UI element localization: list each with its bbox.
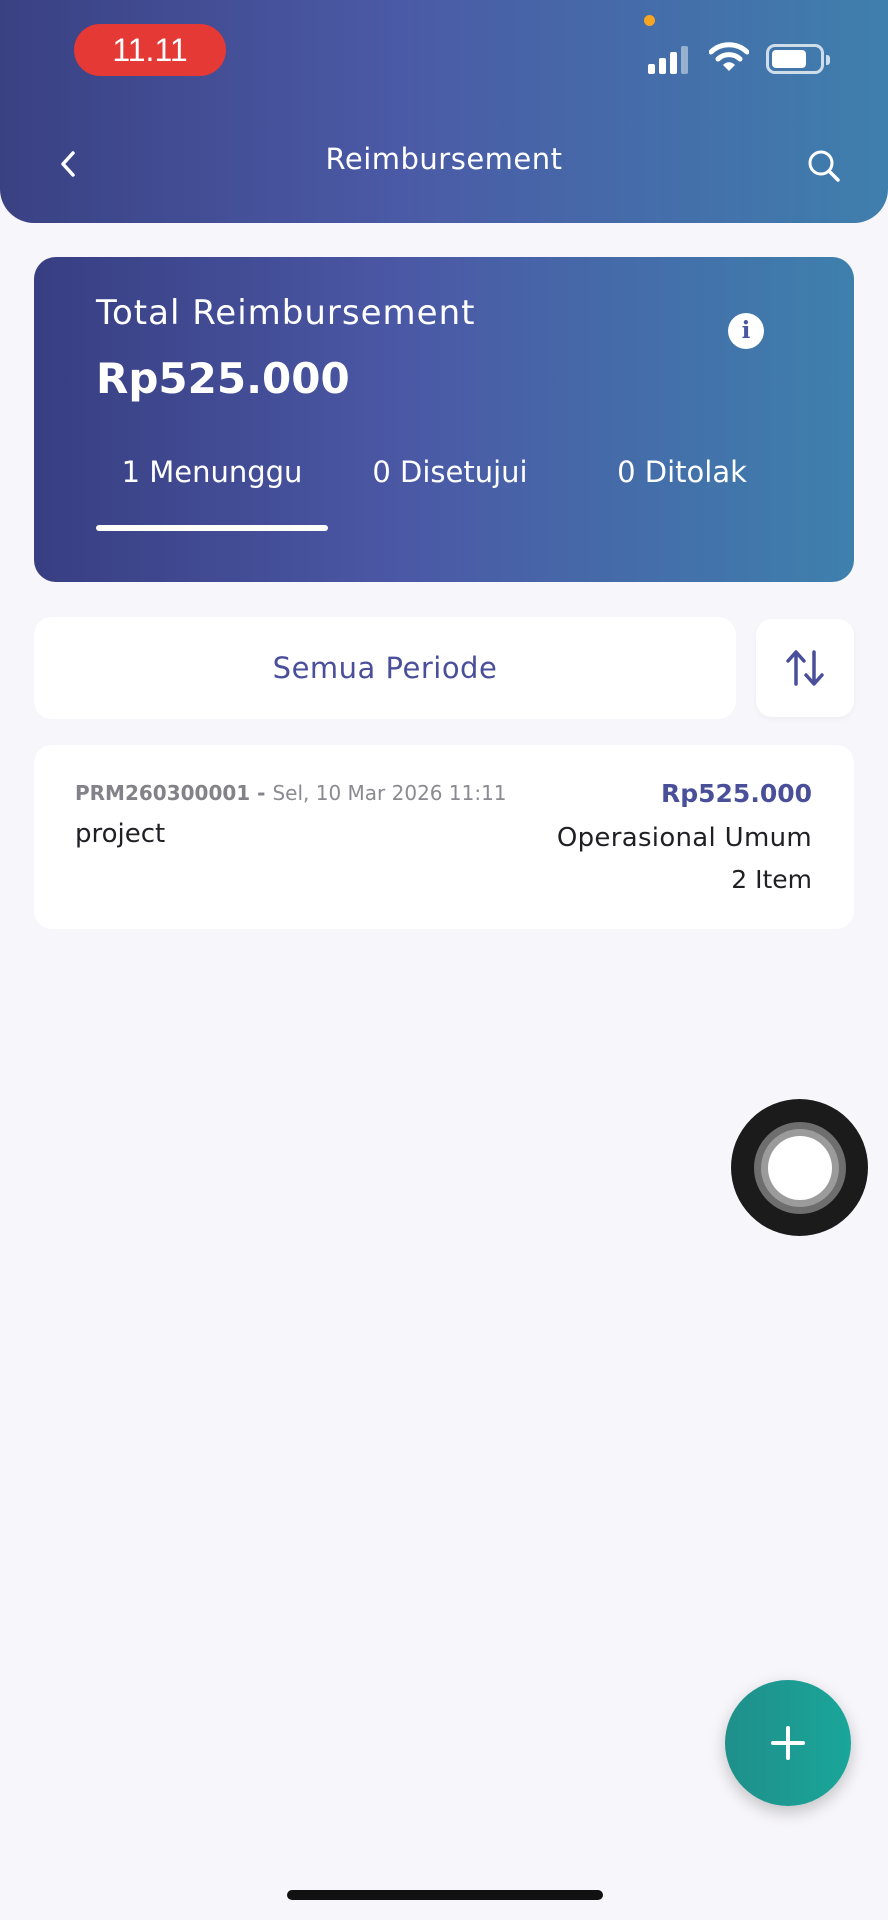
info-icon[interactable]: i [728, 313, 764, 349]
cellular-signal-icon [648, 44, 692, 74]
selected-tab-indicator [96, 525, 328, 531]
tab-ditolak[interactable]: 0 Ditolak [566, 455, 798, 489]
period-filter-button[interactable]: Semua Periode [34, 617, 736, 719]
back-button[interactable] [44, 140, 92, 188]
search-button[interactable] [798, 140, 850, 192]
search-icon [808, 150, 840, 182]
summary-label: Total Reimbursement [96, 293, 476, 333]
tab-menunggu[interactable]: 1 Menunggu [96, 455, 328, 489]
sort-button[interactable] [756, 619, 854, 717]
item-meta: PRM260300001 - Sel, 10 Mar 2026 11:11 [75, 781, 507, 805]
item-count: 2 Item [731, 865, 812, 894]
list-item[interactable]: PRM260300001 - Sel, 10 Mar 2026 11:11 pr… [34, 745, 854, 929]
assistive-touch-button[interactable] [731, 1099, 868, 1236]
home-indicator[interactable] [287, 1890, 603, 1900]
tab-disetujui[interactable]: 0 Disetujui [334, 455, 566, 489]
wifi-icon [709, 42, 749, 71]
summary-amount: Rp525.000 [96, 354, 350, 403]
item-code: PRM260300001 [75, 781, 251, 805]
privacy-indicator-dot [644, 15, 655, 26]
chevron-left-icon [61, 151, 75, 177]
item-date: Sel, 10 Mar 2026 11:11 [272, 781, 507, 805]
plus-icon [771, 1726, 805, 1760]
status-time: 11.11 [74, 24, 226, 76]
add-reimbursement-button[interactable] [725, 1680, 851, 1806]
item-category: Operasional Umum [556, 823, 812, 853]
app-header: 11.11 Reimbursement [0, 0, 888, 223]
item-separator: - [250, 781, 273, 805]
sort-arrows-icon [786, 650, 824, 686]
reimbursement-summary-card: Total Reimbursement Rp525.000 i 1 Menung… [34, 257, 854, 582]
page-title: Reimbursement [325, 142, 563, 176]
item-amount: Rp525.000 [660, 779, 812, 808]
item-title: project [75, 819, 166, 849]
battery-icon [766, 44, 830, 74]
